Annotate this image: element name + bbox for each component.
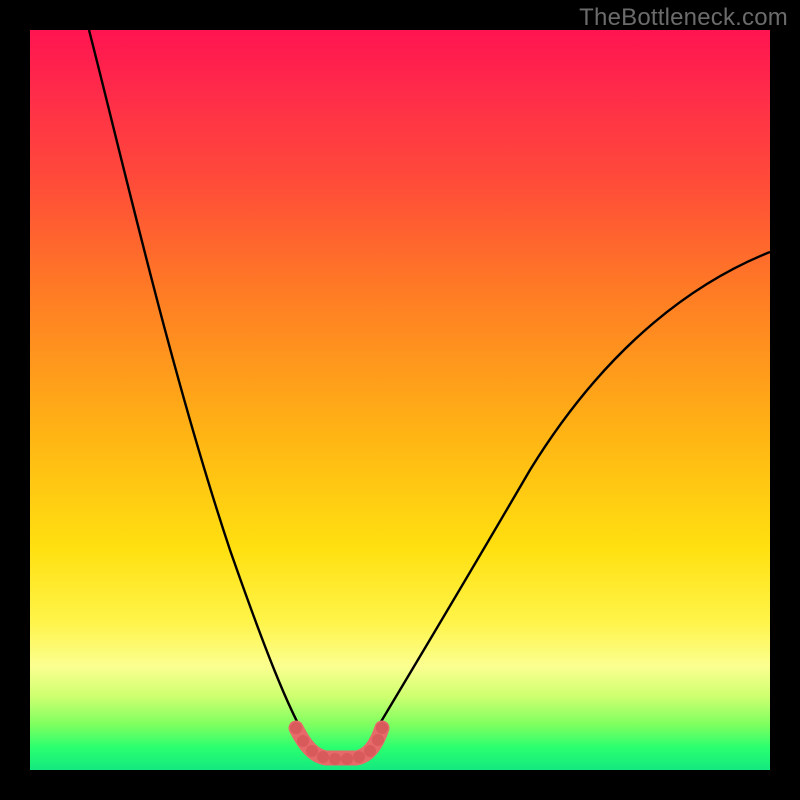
plot-area	[30, 30, 770, 770]
curve-layer	[30, 30, 770, 770]
watermark-text: TheBottleneck.com	[579, 4, 788, 32]
left-branch-path	[89, 30, 307, 740]
trough-dots	[290, 722, 388, 765]
chart-frame: TheBottleneck.com	[0, 0, 800, 800]
right-branch-path	[370, 252, 770, 740]
